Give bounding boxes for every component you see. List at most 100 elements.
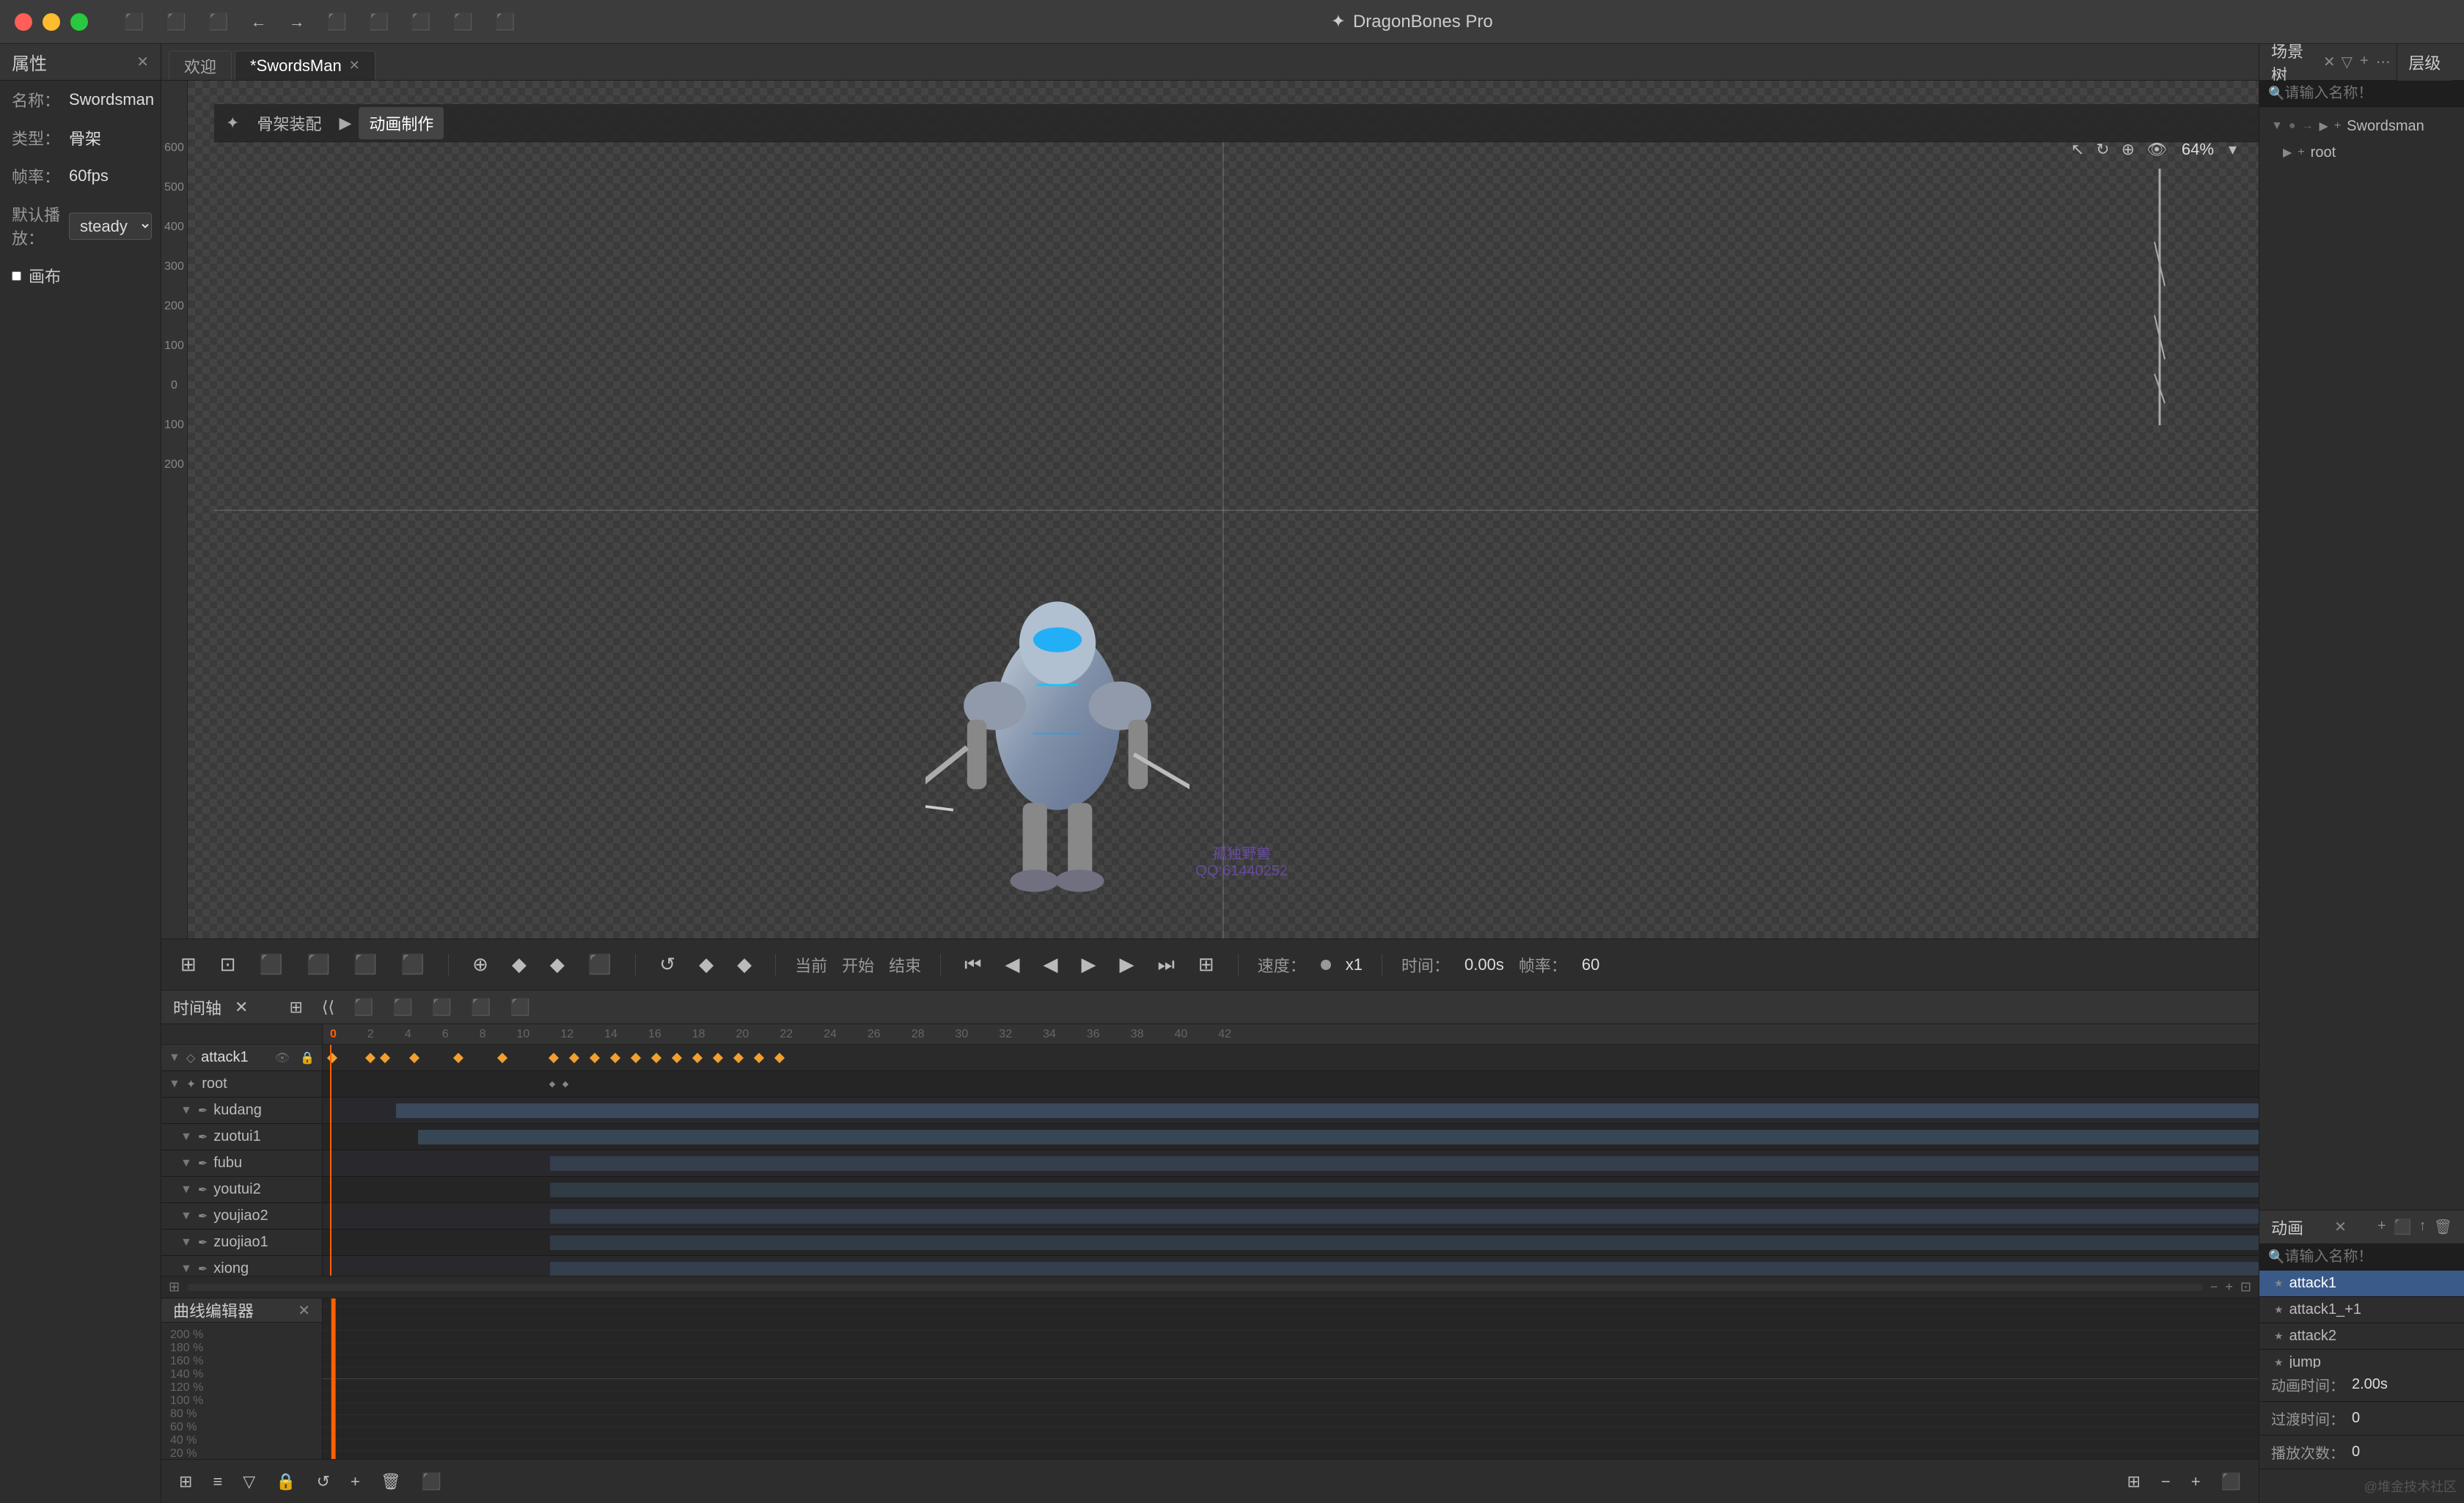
tl-zoom-out[interactable]: − xyxy=(2210,1279,2218,1295)
traffic-light-yellow[interactable] xyxy=(43,13,60,31)
playhead[interactable] xyxy=(330,1045,331,1276)
panel-tool5[interactable]: ⬛ xyxy=(349,949,381,980)
prev-frame-btn[interactable]: ◀ xyxy=(1001,949,1024,980)
bt-zoom-out2[interactable]: − xyxy=(2155,1469,2177,1494)
kf-attack1-8[interactable] xyxy=(453,1052,463,1062)
kf-root-1[interactable] xyxy=(549,1081,555,1087)
toolbar-export-btn[interactable]: ⬛ xyxy=(202,10,234,34)
play-next-btn[interactable]: ▶ xyxy=(1115,949,1139,980)
kf-d1[interactable] xyxy=(549,1052,559,1062)
bt-zoom-in2[interactable]: + xyxy=(2185,1469,2207,1494)
track-fubu-expand[interactable]: ▼ xyxy=(180,1157,192,1170)
bt-lock[interactable]: 🔒 xyxy=(270,1469,301,1494)
toolbar-save-btn[interactable]: ⬛ xyxy=(161,10,192,34)
track-zuotui1-expand[interactable]: ▼ xyxy=(180,1131,192,1144)
skeleton-mode-btn[interactable]: 骨架装配 xyxy=(246,107,331,139)
bt-settings[interactable]: ⬛ xyxy=(2215,1469,2247,1494)
kf-d6[interactable] xyxy=(651,1052,661,1062)
anim-item-attack1[interactable]: ★ attack1 xyxy=(2259,1271,2464,1297)
kf-attack1-3[interactable] xyxy=(380,1052,390,1062)
track-attack1-eye[interactable]: 👁 xyxy=(275,1051,290,1065)
bt-refresh[interactable]: ↺ xyxy=(311,1469,336,1494)
skip-last-btn[interactable]: ⏭ xyxy=(1154,949,1179,981)
panel-tool4[interactable]: ⬛ xyxy=(302,949,334,980)
kf-d5[interactable] xyxy=(631,1052,641,1062)
track-xiong-expand[interactable]: ▼ xyxy=(180,1263,192,1276)
panel-tool6[interactable]: ⬛ xyxy=(397,949,429,980)
properties-close-btn[interactable]: ✕ xyxy=(136,53,149,71)
track-youtui2[interactable]: ▼ ✒ youtui2 xyxy=(161,1177,322,1203)
tl-tool-all[interactable]: ⊞ xyxy=(283,995,308,1020)
track-zuojiao1[interactable]: ▼ ✒ zuojiao1 xyxy=(161,1230,322,1256)
loop-btn[interactable]: ↺ xyxy=(655,949,680,980)
toolbar-back-btn[interactable]: ← xyxy=(245,10,273,34)
curve-canvas[interactable] xyxy=(323,1298,2259,1459)
toolbar-open-btn[interactable]: ⬛ xyxy=(118,10,150,34)
bt-copy[interactable]: ⬛ xyxy=(416,1469,447,1494)
layer-tab[interactable]: 层级 xyxy=(2397,44,2452,81)
anim-export-btn[interactable]: ↑ xyxy=(2419,1218,2427,1236)
tl-scroll-left[interactable]: ⊞ xyxy=(169,1279,180,1295)
play-btn[interactable]: ▶ xyxy=(1077,949,1101,980)
scale-tool[interactable]: ⊕ xyxy=(2119,137,2138,162)
traffic-light-green[interactable] xyxy=(70,13,88,31)
track-kudang[interactable]: ▼ ✒ kudang xyxy=(161,1098,322,1124)
panel-tool1[interactable]: ⊞ xyxy=(176,949,201,980)
loop-mode-btn[interactable]: ⊞ xyxy=(1194,949,1219,980)
track-zuotui1[interactable]: ▼ ✒ zuotui1 xyxy=(161,1124,322,1150)
toolbar-tool2[interactable]: ⬛ xyxy=(363,10,395,34)
track-attack1-expand[interactable]: ▼ xyxy=(169,1051,180,1065)
kf-attack1-0[interactable] xyxy=(327,1052,337,1062)
scene-tree-close[interactable]: ✕ xyxy=(2323,53,2336,71)
kf-d4[interactable] xyxy=(610,1052,620,1062)
keyframe-prev[interactable]: ◆ xyxy=(507,949,531,980)
panel-tool3[interactable]: ⬛ xyxy=(255,949,287,980)
kf-d10[interactable] xyxy=(733,1052,744,1062)
track-root[interactable]: ▼ ✦ root xyxy=(161,1071,322,1098)
kf-d2[interactable] xyxy=(569,1052,579,1062)
canvas-checkbox[interactable] xyxy=(12,271,21,281)
tab-swordsman-close[interactable]: ✕ xyxy=(349,58,360,73)
viewport[interactable]: 1000 900 800 700 600 500 400 300 200 100… xyxy=(188,81,2259,938)
track-youtui2-expand[interactable]: ▼ xyxy=(180,1183,192,1197)
tab-welcome[interactable]: 欢迎 xyxy=(169,51,232,80)
bt-filter[interactable]: ▽ xyxy=(237,1469,261,1494)
track-xiong[interactable]: ▼ ✒ xiong xyxy=(161,1256,322,1276)
select-tool[interactable]: ↖ xyxy=(2068,137,2087,162)
kf-attack1-11[interactable] xyxy=(497,1052,507,1062)
track-kudang-expand[interactable]: ▼ xyxy=(180,1104,192,1117)
track-youjiao2-expand[interactable]: ▼ xyxy=(180,1210,192,1223)
tl-tool-copy[interactable]: ⬛ xyxy=(348,995,379,1020)
anim-close[interactable]: ✕ xyxy=(2334,1218,2347,1236)
kf-d3[interactable] xyxy=(590,1052,600,1062)
scene-search-input[interactable] xyxy=(2284,85,2464,102)
tl-tool-prev[interactable]: ⟨⟨ xyxy=(316,995,340,1020)
tl-tool-paste[interactable]: ⬛ xyxy=(386,995,418,1020)
timeline-close[interactable]: ✕ xyxy=(229,995,254,1020)
tl-tool-move[interactable]: ⬛ xyxy=(465,995,496,1020)
scene-filter-btn[interactable]: ▽ xyxy=(2342,53,2353,71)
tab-swordsman[interactable]: *SwordsMan ✕ xyxy=(235,51,375,80)
anim-item-attack1-1[interactable]: ★ attack1_+1 xyxy=(2259,1297,2464,1323)
curve-editor-close[interactable]: ✕ xyxy=(298,1301,310,1320)
anim-add-btn[interactable]: + xyxy=(2377,1218,2386,1236)
traffic-light-red[interactable] xyxy=(15,13,32,31)
toolbar-forward-btn[interactable]: → xyxy=(283,10,311,34)
kf-attack1-5[interactable] xyxy=(409,1052,419,1062)
anim-item-attack2[interactable]: ★ attack2 xyxy=(2259,1323,2464,1350)
panel-tool2[interactable]: ⊡ xyxy=(216,949,241,980)
anim-item-jump[interactable]: ★ jump xyxy=(2259,1350,2464,1368)
bt-delete[interactable]: 🗑 xyxy=(375,1469,407,1494)
rotate-tool[interactable]: ↻ xyxy=(2093,137,2112,162)
skip-first-btn[interactable]: ⏮ xyxy=(960,949,986,981)
scene-item-swordsman[interactable]: ▼ ● → ▶ + Swordsman xyxy=(2259,113,2464,139)
tl-scrollbar[interactable] xyxy=(187,1284,2203,1291)
kf-d12[interactable] xyxy=(774,1052,785,1062)
kf-d8[interactable] xyxy=(692,1052,703,1062)
anim-search-input[interactable] xyxy=(2284,1249,2464,1265)
keyframe-tool1[interactable]: ⬛ xyxy=(584,949,616,980)
kf-d11[interactable] xyxy=(754,1052,764,1062)
zoom-dropdown[interactable]: ▾ xyxy=(2226,137,2240,162)
play-back-btn[interactable]: ◀ xyxy=(1039,949,1063,980)
track-attack1[interactable]: ▼ ◇ attack1 👁 🔒 xyxy=(161,1045,322,1071)
